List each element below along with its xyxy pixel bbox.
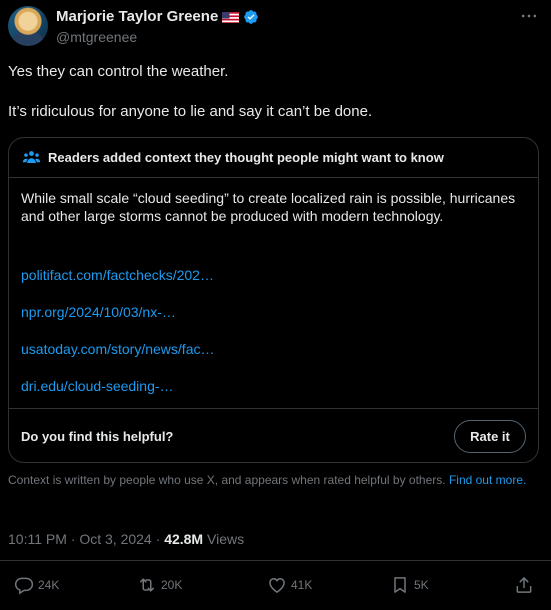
tweet-header: Marjorie Taylor Greene @mtgreenee — [8, 6, 543, 48]
bookmark-icon — [394, 577, 406, 593]
reply-icon — [14, 577, 34, 595]
verified-badge-icon[interactable] — [243, 9, 259, 25]
reply-button[interactable]: 24K — [14, 575, 59, 595]
community-note-header[interactable]: Readers added context they thought peopl… — [9, 138, 538, 178]
note-source-link[interactable]: politifact.com/factchecks/202… — [21, 266, 521, 303]
reply-count: 24K — [38, 578, 60, 592]
note-source-link[interactable]: npr.org/2024/10/03/nx-… — [21, 303, 521, 340]
tweet-meta: 10:11 PM · Oct 3, 2024 · 42.8M Views — [8, 531, 244, 547]
meta-separator: · — [66, 531, 80, 547]
like-count: 41K — [291, 578, 313, 592]
share-icon — [516, 577, 532, 593]
tweet-paragraph: It’s ridiculous for anyone to lie and sa… — [8, 103, 373, 120]
note-source-link[interactable]: usatoday.com/story/news/fac… — [21, 340, 521, 377]
tweet-text: Yes they can control the weather. It’s r… — [8, 62, 538, 122]
meta-separator: · — [151, 531, 165, 547]
share-button[interactable] — [514, 575, 534, 595]
us-flag-icon — [222, 11, 240, 23]
community-note-body: While small scale “cloud seeding” to cre… — [21, 190, 516, 224]
divider — [0, 560, 551, 561]
community-note-links: politifact.com/factchecks/202… npr.org/2… — [21, 266, 521, 414]
more-options-icon[interactable] — [515, 6, 543, 30]
bookmark-button[interactable]: 5K — [390, 575, 429, 595]
people-icon — [22, 151, 41, 164]
heart-icon — [269, 577, 285, 593]
author-name-row: Marjorie Taylor Greene — [56, 8, 259, 25]
like-button[interactable]: 41K — [267, 575, 312, 595]
repost-count: 20K — [161, 578, 183, 592]
tweet-actions-bar: 24K 20K 41K 5K — [0, 571, 551, 603]
context-disclaimer: Context is written by people who use X, … — [8, 473, 540, 488]
author-display-name[interactable]: Marjorie Taylor Greene — [56, 8, 218, 25]
community-note-footer: Do you find this helpful? Rate it — [9, 408, 538, 462]
repost-icon — [140, 578, 154, 592]
rate-it-button[interactable]: Rate it — [454, 420, 526, 453]
repost-button[interactable]: 20K — [137, 575, 182, 595]
views-label: Views — [207, 531, 245, 547]
views-count: 42.8M — [164, 531, 204, 547]
bookmark-count: 5K — [414, 578, 429, 592]
tweet-time[interactable]: 10:11 PM — [8, 531, 67, 547]
avatar[interactable] — [8, 6, 48, 46]
community-note-title: Readers added context they thought peopl… — [48, 150, 444, 165]
community-note: Readers added context they thought peopl… — [8, 137, 539, 463]
author-handle[interactable]: @mtgreenee — [56, 29, 137, 45]
tweet-paragraph: Yes they can control the weather. — [8, 63, 229, 80]
find-out-more-link[interactable]: Find out more. — [449, 473, 526, 487]
tweet-date[interactable]: Oct 3, 2024 — [79, 531, 151, 547]
helpful-question: Do you find this helpful? — [21, 429, 174, 444]
context-disclaimer-text: Context is written by people who use X, … — [8, 473, 446, 487]
